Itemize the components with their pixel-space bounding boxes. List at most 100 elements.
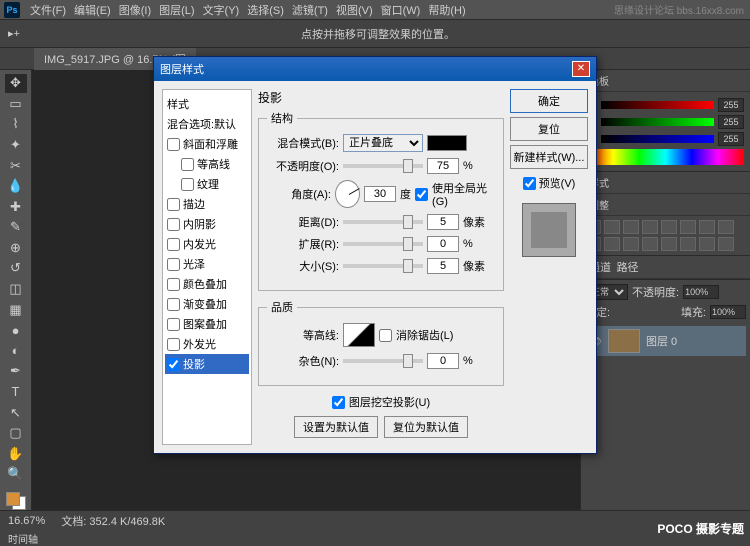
eyedropper-tool[interactable]: 💧 [5, 177, 27, 196]
crop-tool[interactable]: ✂ [5, 156, 27, 175]
adj-icon[interactable] [642, 220, 658, 234]
menu-select[interactable]: 选择(S) [243, 2, 288, 18]
reset-default-button[interactable]: 复位为默认值 [384, 416, 468, 438]
history-brush-tool[interactable]: ↺ [5, 259, 27, 278]
menu-type[interactable]: 文字(Y) [199, 2, 244, 18]
color-overlay-checkbox[interactable] [167, 278, 180, 291]
global-light-checkbox[interactable] [415, 188, 428, 201]
contour-picker[interactable] [343, 323, 375, 347]
adj-icon[interactable] [661, 220, 677, 234]
menu-view[interactable]: 视图(V) [332, 2, 377, 18]
spectrum-bar[interactable] [587, 149, 744, 165]
stamp-tool[interactable]: ⊕ [5, 239, 27, 258]
pattern-overlay-checkbox[interactable] [167, 318, 180, 331]
zoom-level[interactable]: 16.67% [8, 515, 45, 527]
texture-checkbox[interactable] [181, 178, 194, 191]
inner-shadow-checkbox[interactable] [167, 218, 180, 231]
adj-icon[interactable] [718, 237, 734, 251]
styles-heading[interactable]: 样式 [165, 94, 249, 114]
opacity-input[interactable] [683, 285, 719, 299]
size-slider[interactable] [343, 264, 423, 268]
knockout-checkbox[interactable] [332, 396, 345, 409]
gradient-tool[interactable]: ▦ [5, 300, 27, 319]
style-texture[interactable]: 纹理 [165, 174, 249, 194]
adj-icon[interactable] [604, 220, 620, 234]
g-value[interactable]: 255 [718, 115, 744, 129]
b-value[interactable]: 255 [718, 132, 744, 146]
r-value[interactable]: 255 [718, 98, 744, 112]
blend-options-item[interactable]: 混合选项:默认 [165, 114, 249, 134]
set-default-button[interactable]: 设置为默认值 [294, 416, 378, 438]
menu-help[interactable]: 帮助(H) [424, 2, 469, 18]
adj-icon[interactable] [604, 237, 620, 251]
antialias-checkbox[interactable] [379, 329, 392, 342]
opacity-slider[interactable] [343, 164, 423, 168]
dodge-tool[interactable]: ◐ [5, 342, 27, 361]
adj-icon[interactable] [623, 220, 639, 234]
angle-dial[interactable] [335, 180, 360, 208]
adj-icon[interactable] [642, 237, 658, 251]
marquee-tool[interactable]: ▭ [5, 95, 27, 114]
menu-layer[interactable]: 图层(L) [155, 2, 198, 18]
fg-swatch[interactable] [6, 492, 20, 506]
close-button[interactable]: ✕ [572, 61, 590, 77]
layer-row[interactable]: 👁 图层 0 [585, 326, 746, 356]
color-swatches[interactable] [6, 492, 26, 511]
layer-name[interactable]: 图层 0 [646, 333, 677, 349]
style-contour[interactable]: 等高线 [165, 154, 249, 174]
wand-tool[interactable]: ✦ [5, 136, 27, 155]
menu-file[interactable]: 文件(F) [26, 2, 70, 18]
pen-tool[interactable]: ✒ [5, 362, 27, 381]
g-slider[interactable] [601, 118, 714, 126]
shape-tool[interactable]: ▢ [5, 424, 27, 443]
type-tool[interactable]: T [5, 383, 27, 402]
style-color-overlay[interactable]: 颜色叠加 [165, 274, 249, 294]
drop-shadow-checkbox[interactable] [167, 358, 180, 371]
shadow-color[interactable] [427, 135, 467, 151]
adj-icon[interactable] [699, 220, 715, 234]
blend-mode-dropdown[interactable]: 正片叠底 [343, 134, 423, 152]
layer-thumb[interactable] [608, 329, 640, 353]
style-inner-shadow[interactable]: 内阴影 [165, 214, 249, 234]
noise-input[interactable] [427, 353, 459, 369]
eraser-tool[interactable]: ◫ [5, 280, 27, 299]
bevel-checkbox[interactable] [167, 138, 180, 151]
style-inner-glow[interactable]: 内发光 [165, 234, 249, 254]
menu-window[interactable]: 窗口(W) [377, 2, 425, 18]
gradient-overlay-checkbox[interactable] [167, 298, 180, 311]
color-panel-tab[interactable]: 色板 [581, 70, 750, 92]
hand-tool[interactable]: ✋ [5, 444, 27, 463]
style-gradient-overlay[interactable]: 渐变叠加 [165, 294, 249, 314]
style-bevel[interactable]: 斜面和浮雕 [165, 134, 249, 154]
opacity-input[interactable] [427, 158, 459, 174]
adj-icon[interactable] [699, 237, 715, 251]
ok-button[interactable]: 确定 [510, 89, 588, 113]
zoom-tool[interactable]: 🔍 [5, 465, 27, 484]
timeline-bar[interactable]: 时间轴 [0, 530, 750, 546]
style-outer-glow[interactable]: 外发光 [165, 334, 249, 354]
satin-checkbox[interactable] [167, 258, 180, 271]
dialog-titlebar[interactable]: 图层样式 ✕ [154, 57, 596, 81]
menu-filter[interactable]: 滤镜(T) [288, 2, 332, 18]
r-slider[interactable] [601, 101, 714, 109]
adj-icon[interactable] [661, 237, 677, 251]
menu-image[interactable]: 图像(I) [115, 2, 155, 18]
noise-slider[interactable] [343, 359, 423, 363]
adj-icon[interactable] [623, 237, 639, 251]
style-drop-shadow[interactable]: 投影 [165, 354, 249, 374]
heal-tool[interactable]: ✚ [5, 197, 27, 216]
stroke-checkbox[interactable] [167, 198, 180, 211]
angle-input[interactable] [364, 186, 396, 202]
styles-panel-tab[interactable]: 样式 [581, 172, 750, 194]
brush-tool[interactable]: ✎ [5, 218, 27, 237]
spread-input[interactable] [427, 236, 459, 252]
menu-edit[interactable]: 编辑(E) [70, 2, 115, 18]
spread-slider[interactable] [343, 242, 423, 246]
style-stroke[interactable]: 描边 [165, 194, 249, 214]
cancel-button[interactable]: 复位 [510, 117, 588, 141]
fill-input[interactable] [710, 305, 746, 319]
contour-checkbox[interactable] [181, 158, 194, 171]
distance-slider[interactable] [343, 220, 423, 224]
size-input[interactable] [427, 258, 459, 274]
outer-glow-checkbox[interactable] [167, 338, 180, 351]
